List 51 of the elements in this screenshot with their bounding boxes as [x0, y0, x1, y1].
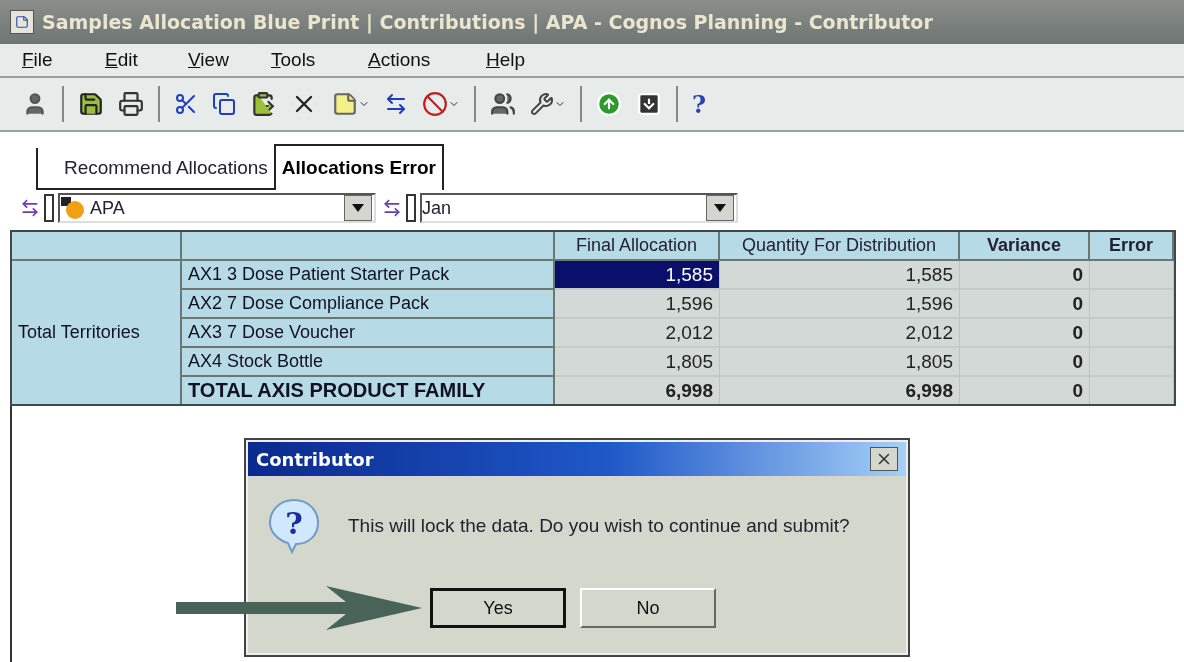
table-cell[interactable]: 2,012 — [555, 319, 720, 348]
toggle-box[interactable] — [44, 194, 54, 222]
table-cell[interactable]: 1,805 — [555, 348, 720, 377]
menu-item[interactable]: Actions — [368, 49, 486, 71]
note-icon[interactable] — [332, 91, 370, 117]
table-cell[interactable]: 1,585 — [555, 261, 720, 290]
row-label: AX3 7 Dose Voucher — [182, 319, 555, 348]
print-icon[interactable] — [118, 91, 144, 117]
menu-item[interactable]: View — [188, 49, 271, 71]
blocked-icon[interactable] — [422, 91, 460, 117]
table-cell: 1,596 — [720, 290, 960, 319]
table-cell[interactable]: 6,998 — [555, 377, 720, 404]
menu-item[interactable]: Edit — [105, 49, 188, 71]
table-cell: 0 — [960, 377, 1090, 404]
menu-item[interactable]: Help — [486, 49, 569, 71]
people-icon[interactable] — [490, 91, 516, 117]
window-title: Samples Allocation Blue Print | Contributions | APA - Cognos Planning - Contributor — [42, 11, 933, 33]
toggle-box[interactable] — [406, 194, 416, 222]
table-cell: 1,585 — [720, 261, 960, 290]
dialog-message: This will lock the data. Do you wish to continue and submit? — [348, 515, 850, 537]
paste-icon[interactable] — [250, 91, 276, 117]
row-label: AX2 7 Dose Compliance Pack — [182, 290, 555, 319]
help-button[interactable]: ? — [692, 89, 707, 119]
swap-icon[interactable] — [384, 92, 408, 116]
dialog-button[interactable]: No — [580, 588, 716, 628]
table-cell[interactable]: 1,596 — [555, 290, 720, 319]
menu-item[interactable]: Tools — [271, 49, 368, 71]
copy-icon[interactable] — [212, 92, 236, 116]
table-cell: 0 — [960, 319, 1090, 348]
tab[interactable]: Allocations Error — [273, 144, 444, 190]
table-cell: 0 — [960, 261, 1090, 290]
question-bubble-icon: ? — [268, 498, 320, 554]
tools-icon[interactable] — [530, 92, 566, 116]
row-group-label: Total Territories — [12, 261, 182, 404]
dialog-title: Contributor — [256, 448, 374, 470]
table-cell: 0 — [960, 348, 1090, 377]
table-cell: 6,998 — [720, 377, 960, 404]
dialog-button[interactable]: Yes — [430, 588, 566, 628]
table-cell: 2,012 — [720, 319, 960, 348]
table-cell: 1,805 — [720, 348, 960, 377]
row-label: AX1 3 Dose Patient Starter Pack — [182, 261, 555, 290]
table-cell: 0 — [960, 290, 1090, 319]
tab[interactable]: Recommend Allocations — [36, 148, 274, 190]
app-icon — [10, 10, 34, 34]
menu-item[interactable]: File — [22, 49, 105, 71]
cut-icon[interactable] — [174, 92, 198, 116]
row-label: AX4 Stock Bottle — [182, 348, 555, 377]
dropdown[interactable]: APA — [58, 193, 376, 223]
dropdown[interactable]: Jan — [420, 193, 738, 223]
close-button[interactable] — [870, 447, 898, 471]
save-icon[interactable] — [78, 91, 104, 117]
